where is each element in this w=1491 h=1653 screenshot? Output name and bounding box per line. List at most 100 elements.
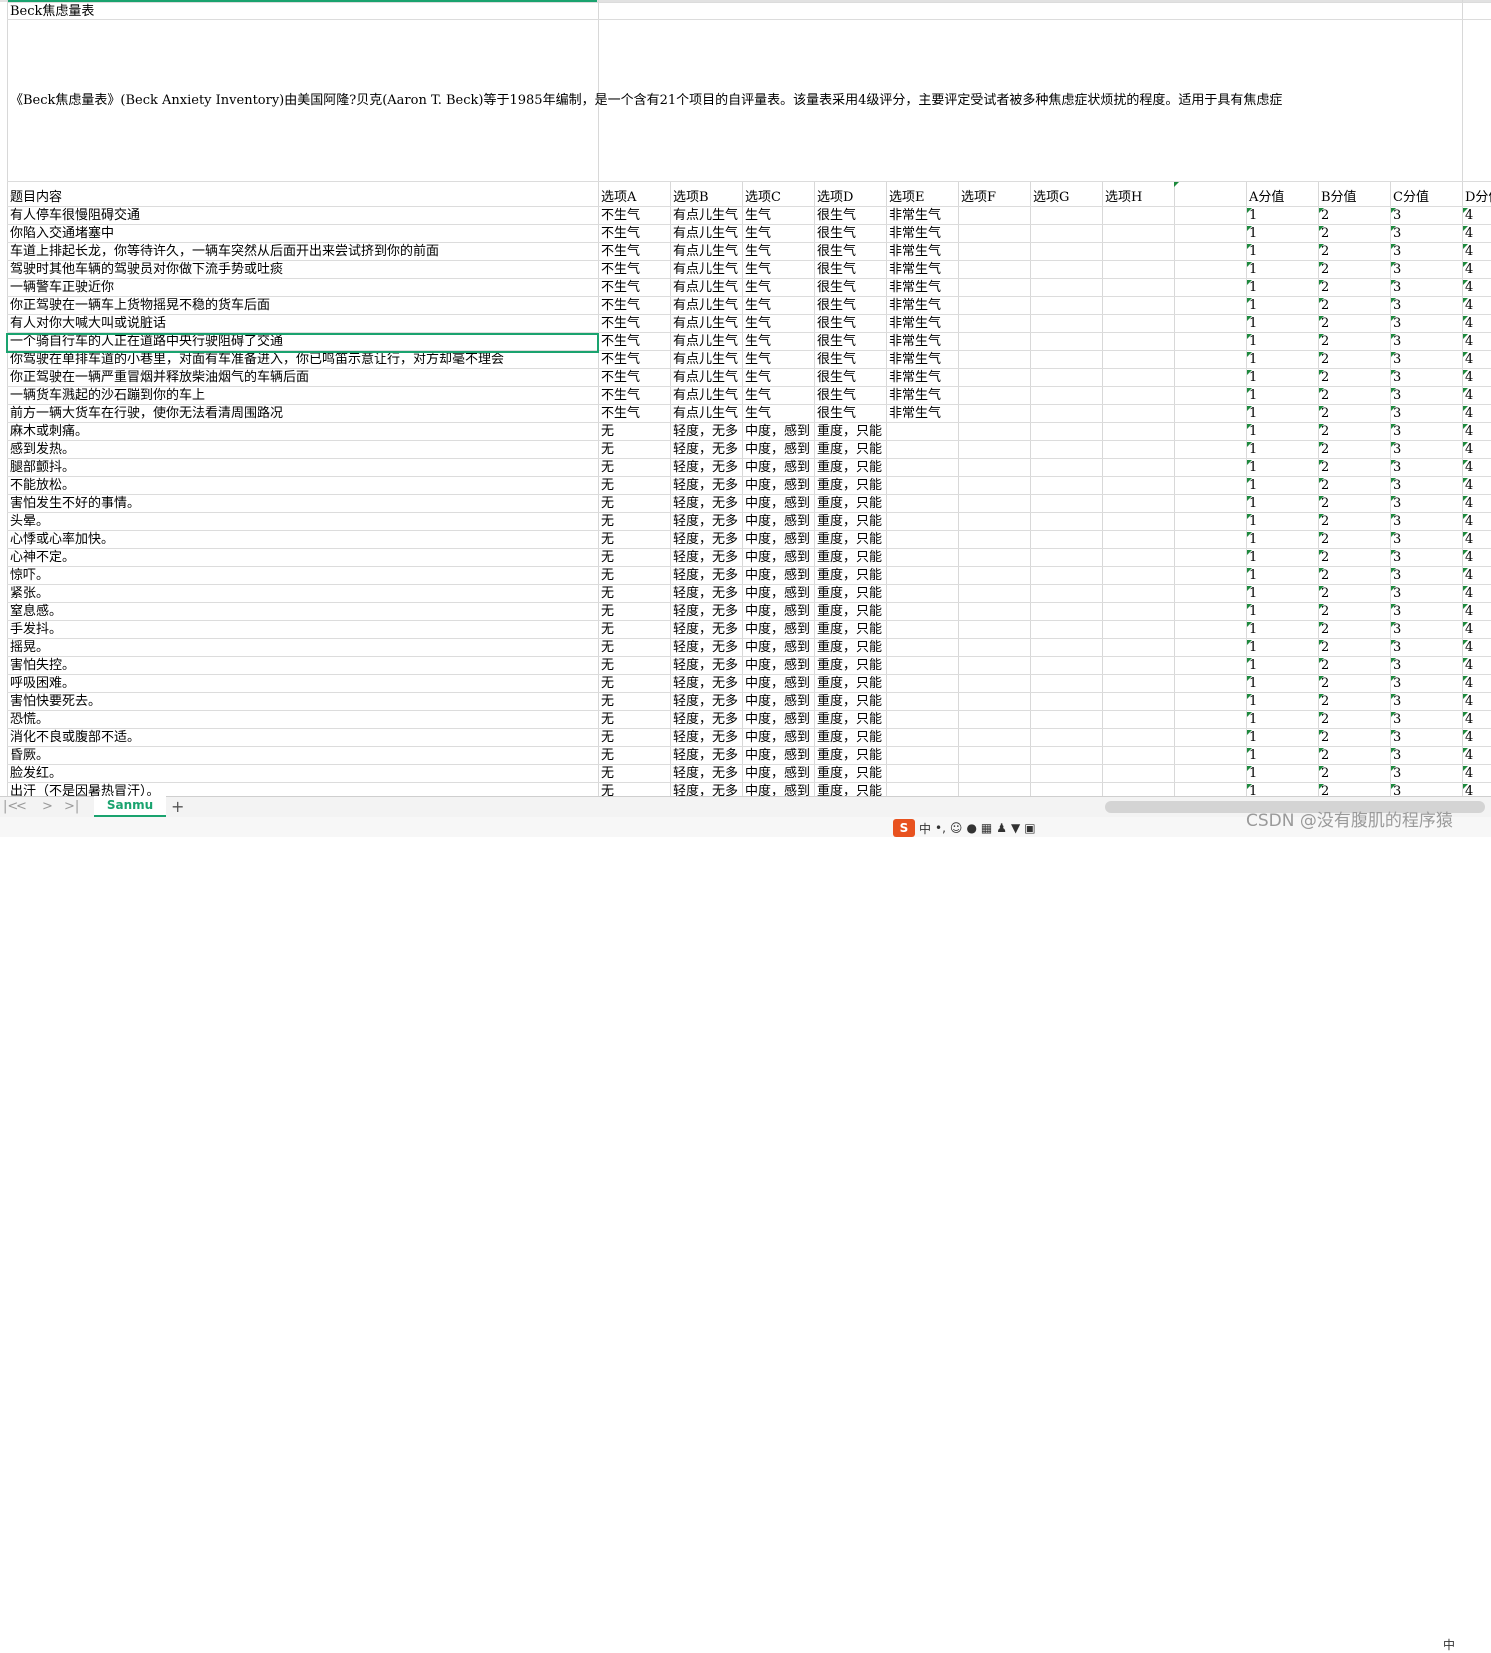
option-cell[interactable]: 重度，只能: [814, 765, 886, 783]
option-cell[interactable]: 无: [598, 423, 670, 441]
option-cell[interactable]: 中度，感到: [742, 747, 814, 765]
option-cell[interactable]: 轻度，无多: [670, 441, 742, 459]
score-cell[interactable]: 1: [1246, 351, 1318, 369]
score-cell[interactable]: 2: [1318, 225, 1390, 243]
option-cell[interactable]: 中度，感到: [742, 657, 814, 675]
score-cell[interactable]: 3: [1390, 261, 1462, 279]
score-cell[interactable]: 3: [1390, 567, 1462, 585]
last-sheet-button[interactable]: >|: [64, 797, 79, 817]
option-cell[interactable]: 中度，感到: [742, 495, 814, 513]
option-cell[interactable]: 轻度，无多: [670, 567, 742, 585]
score-cell[interactable]: 3: [1390, 657, 1462, 675]
option-cell[interactable]: 中度，感到: [742, 711, 814, 729]
score-cell[interactable]: 1: [1246, 279, 1318, 297]
option-cell[interactable]: 中度，感到: [742, 765, 814, 783]
score-cell[interactable]: 3: [1390, 297, 1462, 315]
score-cell[interactable]: 2: [1318, 441, 1390, 459]
option-cell[interactable]: 中度，感到: [742, 675, 814, 693]
option-cell[interactable]: 轻度，无多: [670, 693, 742, 711]
option-cell[interactable]: 轻度，无多: [670, 531, 742, 549]
option-cell[interactable]: 轻度，无多: [670, 549, 742, 567]
score-cell[interactable]: 2: [1318, 765, 1390, 783]
option-cell[interactable]: 无: [598, 675, 670, 693]
option-cell[interactable]: 有点儿生气: [670, 243, 742, 261]
question-cell[interactable]: 腿部颤抖。: [7, 459, 598, 477]
keyboard-icon[interactable]: ▦: [981, 821, 992, 835]
option-cell[interactable]: 非常生气: [886, 261, 958, 279]
option-cell[interactable]: 生气: [742, 243, 814, 261]
option-cell[interactable]: 重度，只能: [814, 729, 886, 747]
score-cell[interactable]: 2: [1318, 675, 1390, 693]
header-option-6[interactable]: 选项G: [1030, 189, 1102, 207]
option-cell[interactable]: 有点儿生气: [670, 351, 742, 369]
option-cell[interactable]: 重度，只能: [814, 603, 886, 621]
option-cell[interactable]: 重度，只能: [814, 657, 886, 675]
option-cell[interactable]: 不生气: [598, 225, 670, 243]
option-cell[interactable]: 非常生气: [886, 315, 958, 333]
option-cell[interactable]: 不生气: [598, 351, 670, 369]
option-cell[interactable]: 有点儿生气: [670, 279, 742, 297]
question-cell[interactable]: 呼吸困难。: [7, 675, 598, 693]
score-cell[interactable]: 3: [1390, 765, 1462, 783]
score-cell[interactable]: 1: [1246, 387, 1318, 405]
option-cell[interactable]: 无: [598, 477, 670, 495]
option-cell[interactable]: 非常生气: [886, 333, 958, 351]
score-cell[interactable]: 3: [1390, 405, 1462, 423]
option-cell[interactable]: 重度，只能: [814, 693, 886, 711]
score-cell[interactable]: 2: [1318, 279, 1390, 297]
score-cell[interactable]: 2: [1318, 531, 1390, 549]
header-option-7[interactable]: 选项H: [1102, 189, 1174, 207]
question-cell[interactable]: 你驾驶在单排车道的小巷里，对面有车准备进入，你已鸣笛示意让行，对方却毫不理会: [7, 351, 598, 369]
score-cell[interactable]: 1: [1246, 477, 1318, 495]
option-cell[interactable]: 轻度，无多: [670, 513, 742, 531]
score-cell[interactable]: 1: [1246, 783, 1318, 796]
question-cell[interactable]: 你正驾驶在一辆严重冒烟并释放柴油烟气的车辆后面: [7, 369, 598, 387]
header-option-4[interactable]: 选项E: [886, 189, 958, 207]
score-cell[interactable]: 3: [1390, 459, 1462, 477]
question-cell[interactable]: 驾驶时其他车辆的驾驶员对你做下流手势或吐痰: [7, 261, 598, 279]
option-cell[interactable]: 中度，感到: [742, 531, 814, 549]
score-cell[interactable]: 3: [1390, 513, 1462, 531]
option-cell[interactable]: 无: [598, 459, 670, 477]
option-cell[interactable]: 无: [598, 693, 670, 711]
score-cell[interactable]: 2: [1318, 549, 1390, 567]
score-cell[interactable]: 3: [1390, 243, 1462, 261]
option-cell[interactable]: 不生气: [598, 243, 670, 261]
option-cell[interactable]: 轻度，无多: [670, 459, 742, 477]
question-cell[interactable]: 恐慌。: [7, 711, 598, 729]
score-cell[interactable]: 2: [1318, 315, 1390, 333]
option-cell[interactable]: 轻度，无多: [670, 495, 742, 513]
option-cell[interactable]: 生气: [742, 261, 814, 279]
option-cell[interactable]: 很生气: [814, 279, 886, 297]
score-cell[interactable]: 3: [1390, 441, 1462, 459]
option-cell[interactable]: 无: [598, 441, 670, 459]
option-cell[interactable]: 有点儿生气: [670, 333, 742, 351]
score-cell[interactable]: 1: [1246, 513, 1318, 531]
option-cell[interactable]: 无: [598, 585, 670, 603]
option-cell[interactable]: 重度，只能: [814, 513, 886, 531]
score-cell[interactable]: 3: [1390, 729, 1462, 747]
option-cell[interactable]: 轻度，无多: [670, 765, 742, 783]
header-content[interactable]: 题目内容: [7, 189, 598, 207]
score-cell[interactable]: 2: [1318, 351, 1390, 369]
option-cell[interactable]: 非常生气: [886, 297, 958, 315]
question-cell[interactable]: 摇晃。: [7, 639, 598, 657]
score-cell[interactable]: 1: [1246, 459, 1318, 477]
option-cell[interactable]: 重度，只能: [814, 783, 886, 796]
option-cell[interactable]: 中度，感到: [742, 639, 814, 657]
question-cell[interactable]: 害怕失控。: [7, 657, 598, 675]
score-cell[interactable]: 3: [1390, 333, 1462, 351]
score-cell[interactable]: 1: [1246, 549, 1318, 567]
score-cell[interactable]: 1: [1246, 315, 1318, 333]
emoji-icon[interactable]: ☺: [950, 821, 963, 835]
question-cell[interactable]: 脸发红。: [7, 765, 598, 783]
score-cell[interactable]: 2: [1318, 261, 1390, 279]
option-cell[interactable]: 很生气: [814, 225, 886, 243]
score-cell[interactable]: 2: [1318, 387, 1390, 405]
score-cell[interactable]: 1: [1246, 207, 1318, 225]
question-cell[interactable]: 麻木或刺痛。: [7, 423, 598, 441]
question-cell[interactable]: 昏厥。: [7, 747, 598, 765]
score-cell[interactable]: 1: [1246, 243, 1318, 261]
option-cell[interactable]: 有点儿生气: [670, 369, 742, 387]
score-cell[interactable]: 3: [1390, 369, 1462, 387]
